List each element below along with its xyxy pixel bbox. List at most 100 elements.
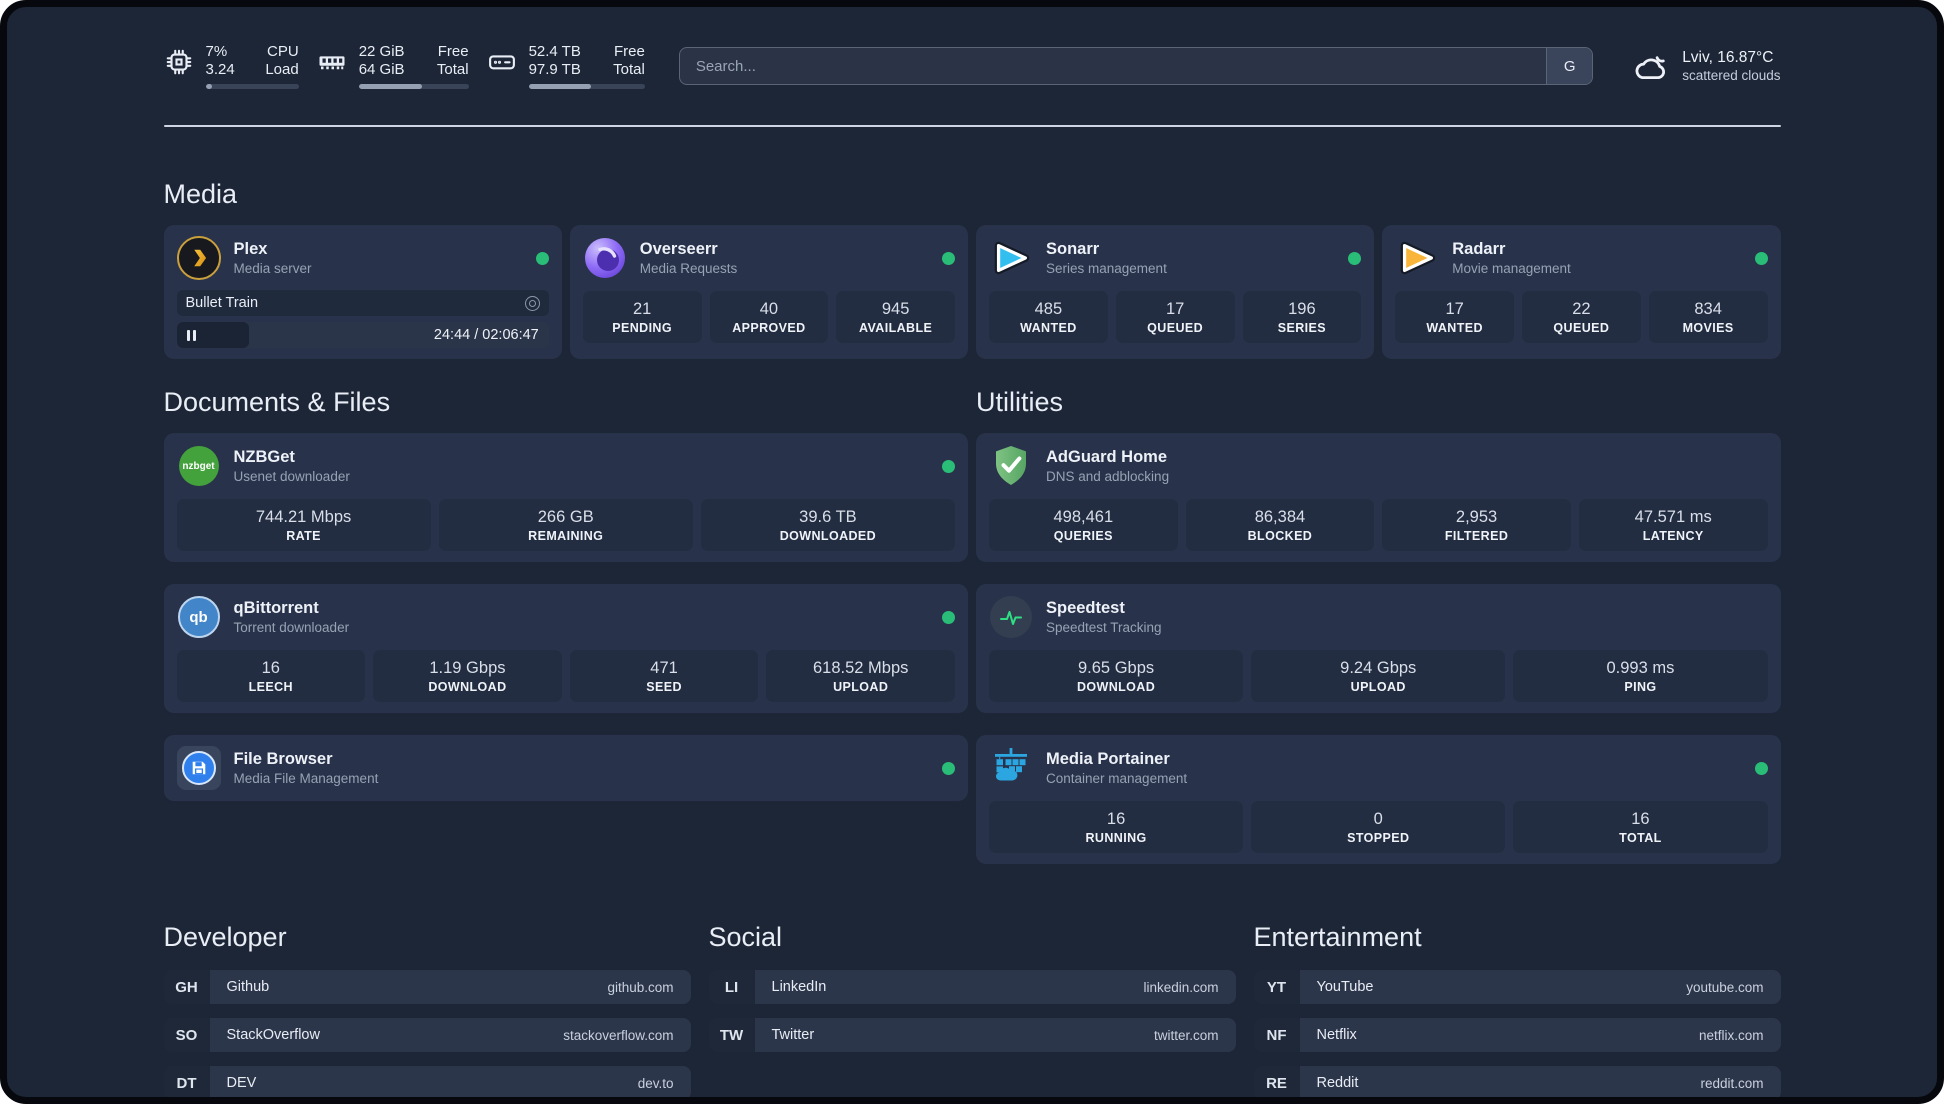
cpu-load-label: Load xyxy=(265,61,299,78)
developer-group: Developer GH Github github.com SO StackO… xyxy=(163,922,691,1097)
stat-downloaded: 39.6 TB DOWNLOADED xyxy=(700,499,955,551)
filebrowser-card[interactable]: File Browser Media File Management xyxy=(163,735,968,801)
app-desc: Torrent downloader xyxy=(233,620,350,635)
stat-wanted: 17 WANTED xyxy=(1395,291,1514,343)
bookmark-stackoverflow[interactable]: SO StackOverflow stackoverflow.com xyxy=(163,1018,691,1052)
cpu-label: CPU xyxy=(267,43,299,60)
app-desc: Movie management xyxy=(1452,261,1571,276)
sonarr-card[interactable]: Sonarr Series management 485 WANTED 17 Q… xyxy=(976,225,1375,359)
bookmark-youtube[interactable]: YT YouTube youtube.com xyxy=(1253,970,1781,1004)
bookmark-tag: LI xyxy=(708,970,755,1004)
section-title-social: Social xyxy=(708,922,783,952)
qbittorrent-card[interactable]: qb qBittorrent Torrent downloader 16 LEE… xyxy=(163,584,968,713)
search-engine-button[interactable]: G xyxy=(1546,48,1593,84)
status-dot xyxy=(942,610,955,624)
disk-free-label: Free xyxy=(613,43,645,60)
app-desc: Media Requests xyxy=(639,261,738,276)
stat-queries: 498,461 QUERIES xyxy=(989,499,1178,551)
stat-leech: 16 LEECH xyxy=(176,650,366,702)
app-name: Plex xyxy=(233,240,268,258)
overseerr-card[interactable]: Overseerr Media Requests 21 PENDING 40 A… xyxy=(569,225,968,359)
disk-icon xyxy=(488,55,515,70)
status-dot xyxy=(1754,251,1768,265)
section-title-documents: Documents & Files xyxy=(163,387,391,417)
stat-stopped: 0 STOPPED xyxy=(1251,801,1506,853)
status-dot xyxy=(1348,251,1362,265)
stat-filtered: 2,953 FILTERED xyxy=(1382,499,1571,551)
speedtest-card[interactable]: Speedtest Speedtest Tracking 9.65 Gbps D… xyxy=(976,584,1781,713)
stat-download: 1.19 Gbps DOWNLOAD xyxy=(373,650,562,702)
bookmark-name: Reddit xyxy=(1316,1075,1359,1091)
radarr-card[interactable]: Radarr Movie management 17 WANTED 22 QUE… xyxy=(1382,225,1781,359)
bookmark-name: Twitter xyxy=(771,1027,815,1043)
entertainment-group: Entertainment YT YouTube youtube.com NF … xyxy=(1253,922,1781,1097)
stat-remaining: 266 GB REMAINING xyxy=(438,499,693,551)
pause-icon[interactable] xyxy=(186,329,196,341)
disc-icon[interactable] xyxy=(524,295,540,311)
status-dot xyxy=(942,761,955,775)
bookmark-name: Netflix xyxy=(1316,1027,1357,1043)
stat-pending: 21 PENDING xyxy=(582,291,702,343)
app-desc: DNS and adblocking xyxy=(1046,469,1170,484)
stat-latency: 47.571 ms LATENCY xyxy=(1578,499,1768,551)
adguard-icon xyxy=(989,444,1033,488)
bookmark-tag: NF xyxy=(1253,1018,1300,1052)
adguard-card[interactable]: AdGuard Home DNS and adblocking 498,461 … xyxy=(976,433,1781,562)
search-input[interactable] xyxy=(678,47,1594,85)
app-desc: Media server xyxy=(233,261,312,276)
bookmark-name: YouTube xyxy=(1316,979,1374,995)
disk-free-value: 52.4 TB xyxy=(528,43,581,60)
cpu-usage: 7% xyxy=(205,43,228,60)
top-bar: 7% 3.24 CPU Load 22 GiB 64 GiB Free Tota… xyxy=(164,43,1781,89)
ram-icon xyxy=(319,56,345,70)
playback-progress-bar[interactable]: 24:44 / 02:06:47 xyxy=(176,322,549,348)
bookmark-name: Github xyxy=(226,979,270,995)
stat-blocked: 86,384 BLOCKED xyxy=(1185,499,1375,551)
ram-progress-bar xyxy=(358,84,469,89)
plex-card[interactable]: Plex Media server Bullet Train 24:44 / 0… xyxy=(163,225,562,359)
app-desc: Usenet downloader xyxy=(233,469,350,484)
status-dot xyxy=(942,459,955,473)
playback-time: 24:44 / 02:06:47 xyxy=(433,327,539,343)
app-desc: Media File Management xyxy=(233,771,379,786)
bookmark-github[interactable]: GH Github github.com xyxy=(163,970,691,1004)
bookmark-url: netflix.com xyxy=(1698,1027,1764,1043)
utilities-column: Utilities AdGuard Home DNS and adblockin… xyxy=(976,387,1781,864)
app-name: Media Portainer xyxy=(1046,750,1170,768)
media-grid: Plex Media server Bullet Train 24:44 / 0… xyxy=(163,225,1781,359)
portainer-icon xyxy=(989,746,1033,790)
plex-icon xyxy=(176,236,221,280)
bookmark-dev[interactable]: DT DEV dev.to xyxy=(163,1066,691,1097)
bookmark-linkedin[interactable]: LI LinkedIn linkedin.com xyxy=(708,970,1236,1004)
nzbget-card[interactable]: nzbget NZBGet Usenet downloader 744.21 M… xyxy=(163,433,968,562)
bookmark-tag: SO xyxy=(163,1018,210,1052)
app-name: File Browser xyxy=(233,750,333,768)
stat-seed: 471 SEED xyxy=(569,650,759,702)
app-name: Radarr xyxy=(1452,240,1506,258)
weather-widget[interactable]: Lviv, 16.87°C scattered clouds xyxy=(1631,48,1781,84)
bookmark-tag: TW xyxy=(708,1018,755,1052)
portainer-card[interactable]: Media Portainer Container management 16 … xyxy=(976,735,1781,864)
bookmark-name: DEV xyxy=(226,1075,257,1091)
filebrowser-icon xyxy=(176,746,221,790)
status-dot xyxy=(1754,761,1768,775)
ram-free-label: Free xyxy=(437,43,469,60)
stat-queued: 22 QUEUED xyxy=(1522,291,1641,343)
app-name: Sonarr xyxy=(1046,240,1100,258)
cpu-icon xyxy=(166,49,191,75)
header-divider xyxy=(163,125,1781,127)
system-stats: 7% 3.24 CPU Load 22 GiB 64 GiB Free Tota… xyxy=(164,43,645,89)
bookmark-twitter[interactable]: TW Twitter twitter.com xyxy=(708,1018,1236,1052)
bookmark-netflix[interactable]: NF Netflix netflix.com xyxy=(1253,1018,1781,1052)
bookmark-reddit[interactable]: RE Reddit reddit.com xyxy=(1253,1066,1781,1097)
app-name: Overseerr xyxy=(639,240,718,258)
bookmark-name: LinkedIn xyxy=(771,979,827,995)
section-title-developer: Developer xyxy=(163,922,287,952)
speedtest-icon xyxy=(989,595,1033,639)
sonarr-icon xyxy=(989,236,1033,280)
section-title-utilities: Utilities xyxy=(976,387,1064,417)
bookmark-tag: RE xyxy=(1253,1066,1300,1097)
bookmark-url: reddit.com xyxy=(1700,1075,1764,1091)
now-playing-title: Bullet Train xyxy=(185,295,259,311)
overseerr-icon xyxy=(583,236,627,280)
